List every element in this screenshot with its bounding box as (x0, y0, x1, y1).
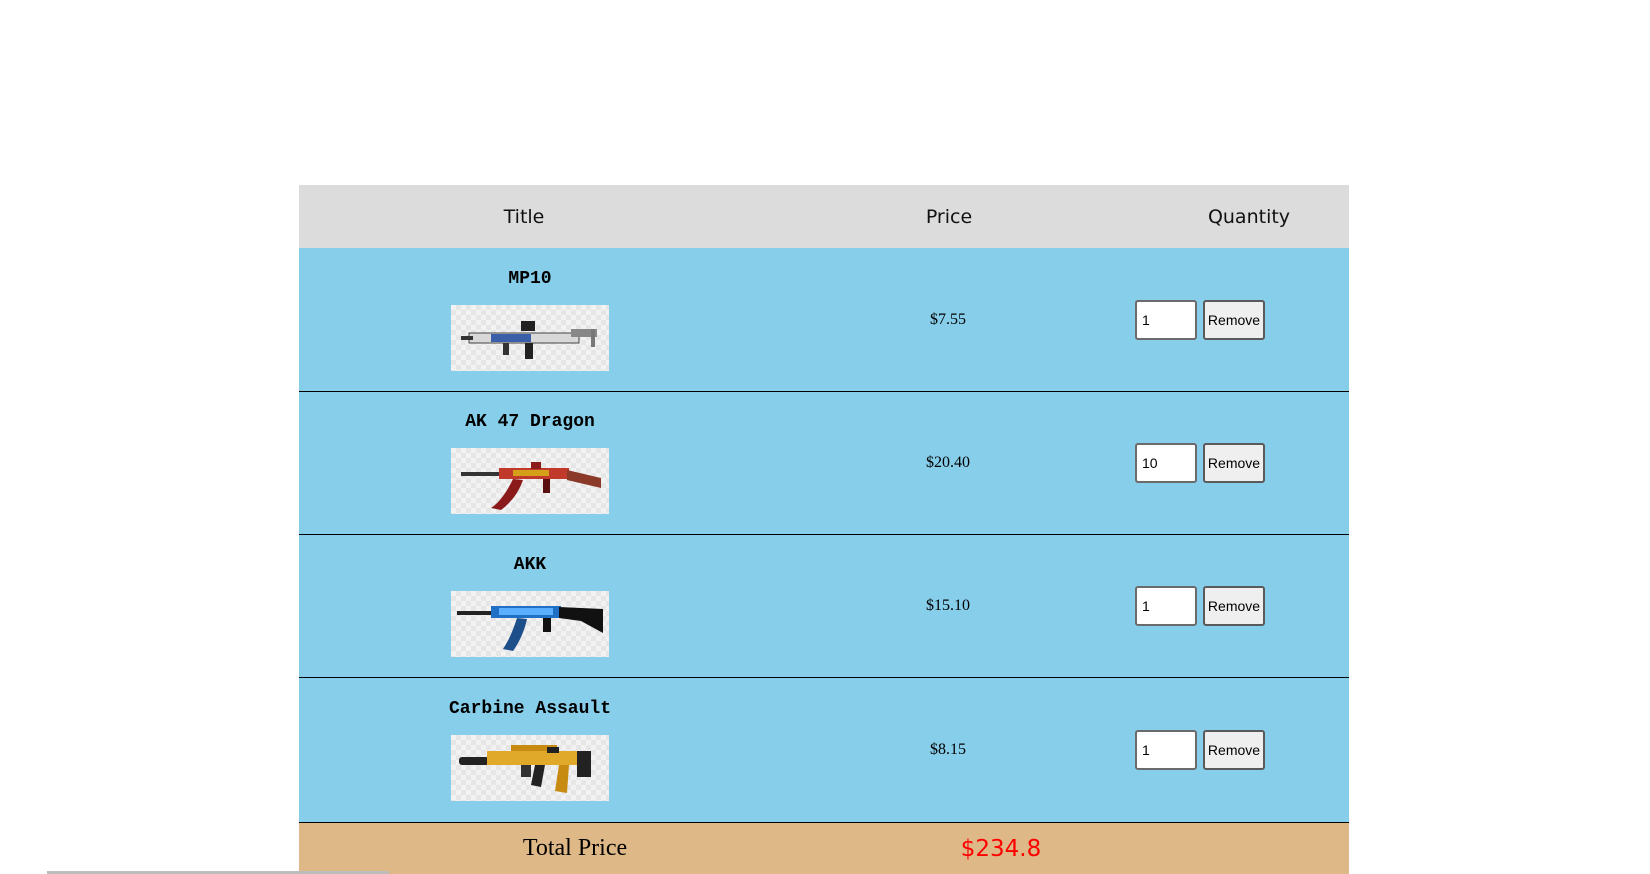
akk-gun-image (451, 591, 609, 657)
item-price: $15.10 (926, 597, 970, 614)
item-title: AKK (513, 555, 547, 575)
cart-header: Title Price Quantity (299, 185, 1349, 248)
total-row: Total Price $234.8 (299, 823, 1349, 874)
item-price: $8.15 (930, 741, 966, 758)
remove-button[interactable]: Remove (1203, 586, 1265, 626)
cart-table: Title Price Quantity MP10 $7.55 1 Remove… (299, 185, 1349, 874)
item-price: $7.55 (930, 310, 966, 328)
cart-row: AK 47 Dragon $20.40 Remove (299, 392, 1349, 535)
quantity-input[interactable] (1135, 443, 1197, 483)
cart-row: Carbine Assault $8.15 Remove (299, 678, 1349, 823)
item-price: $20.40 (926, 454, 970, 471)
item-title-cell: Carbine Assault (299, 699, 761, 801)
item-title: MP10 (508, 268, 552, 289)
item-quantity-cell: Remove (1135, 443, 1349, 483)
cart-row: MP10 $7.55 Remove (299, 248, 1349, 392)
carbine-assault-gun-image (451, 735, 609, 801)
header-price: Price (925, 205, 973, 228)
remove-button[interactable]: Remove (1203, 730, 1265, 770)
item-title-cell: AKK (299, 555, 761, 657)
item-quantity-cell: Remove (1135, 586, 1349, 626)
quantity-input[interactable] (1135, 586, 1197, 626)
item-quantity-cell: Remove (1135, 730, 1349, 770)
item-title: AK 47 Dragon (465, 412, 595, 432)
item-title: Carbine Assault (448, 699, 612, 719)
remove-button[interactable]: Remove (1203, 299, 1265, 340)
cart-row: AKK $15.10 Remove (299, 535, 1349, 678)
total-label: Total Price (522, 835, 628, 861)
quantity-input[interactable] (1135, 299, 1197, 340)
item-quantity-cell: Remove (1135, 299, 1349, 340)
item-title-cell: MP10 (299, 269, 761, 371)
mp10-gun-image (451, 304, 609, 371)
header-title: Title (503, 205, 545, 228)
total-value: $234.8 (960, 835, 1042, 862)
quantity-input[interactable] (1135, 730, 1197, 770)
ak47-dragon-gun-image (451, 448, 609, 514)
header-quantity: Quantity (1207, 205, 1291, 228)
item-title-cell: AK 47 Dragon (299, 412, 761, 514)
remove-button[interactable]: Remove (1203, 443, 1265, 483)
